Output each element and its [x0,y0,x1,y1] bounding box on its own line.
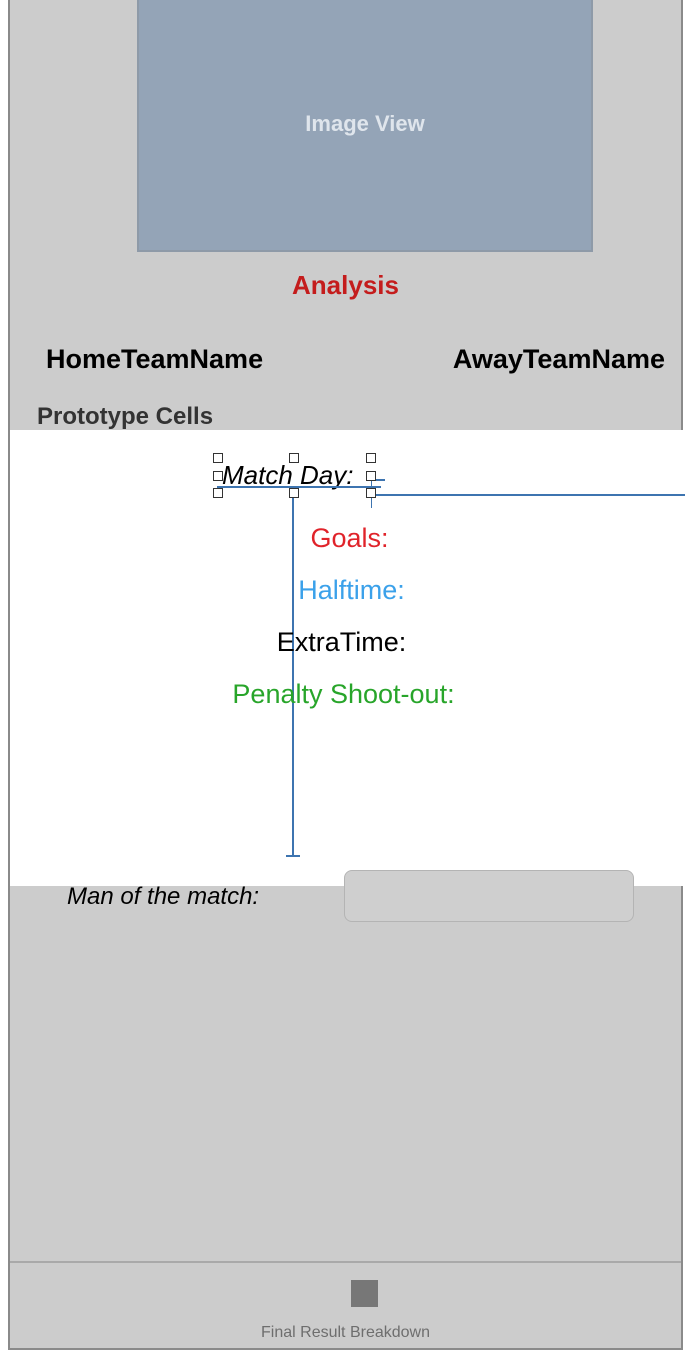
man-of-the-match-field[interactable] [344,870,634,922]
extratime-label: ExtraTime: [276,627,407,657]
halftime-label: Halftime: [298,575,405,605]
view-controller-scene: Image View Analysis HomeTeamName AwayTea… [8,0,685,1350]
image-view[interactable]: Image View [137,0,593,252]
prototype-cells-label: Prototype Cells [37,403,214,430]
goals-label: Goals: [310,523,389,553]
resize-handle[interactable] [289,453,299,463]
resize-handle[interactable] [213,453,223,463]
tab-bar: Final Result Breakdown [10,1261,681,1348]
home-team-name-label: HomeTeamName [46,344,264,374]
storyboard-canvas: Image View Analysis HomeTeamName AwayTea… [0,0,688,1372]
analysis-label: Analysis [292,270,399,300]
resize-handle[interactable] [289,488,299,498]
constraint-guide [286,855,300,857]
prototype-cell[interactable]: Match Day: Goals: Halftime: ExtraTime: P… [10,430,685,886]
resize-handle[interactable] [213,471,223,481]
away-team-name-label: AwayTeamName [452,344,665,374]
man-of-the-match-label: Man of the match: [67,883,260,910]
resize-handle[interactable] [366,471,376,481]
image-view-label: Image View [305,111,425,136]
tab-final-result-breakdown[interactable]: Final Result Breakdown [10,1263,681,1348]
resize-handle[interactable] [366,453,376,463]
penalty-shootout-label: Penalty Shoot-out: [232,679,455,709]
tab-label: Final Result Breakdown [261,1324,430,1341]
constraint-guide [217,486,381,488]
square-icon [351,1280,378,1307]
constraint-guide [371,494,685,496]
resize-handle[interactable] [366,488,376,498]
resize-handle[interactable] [213,488,223,498]
